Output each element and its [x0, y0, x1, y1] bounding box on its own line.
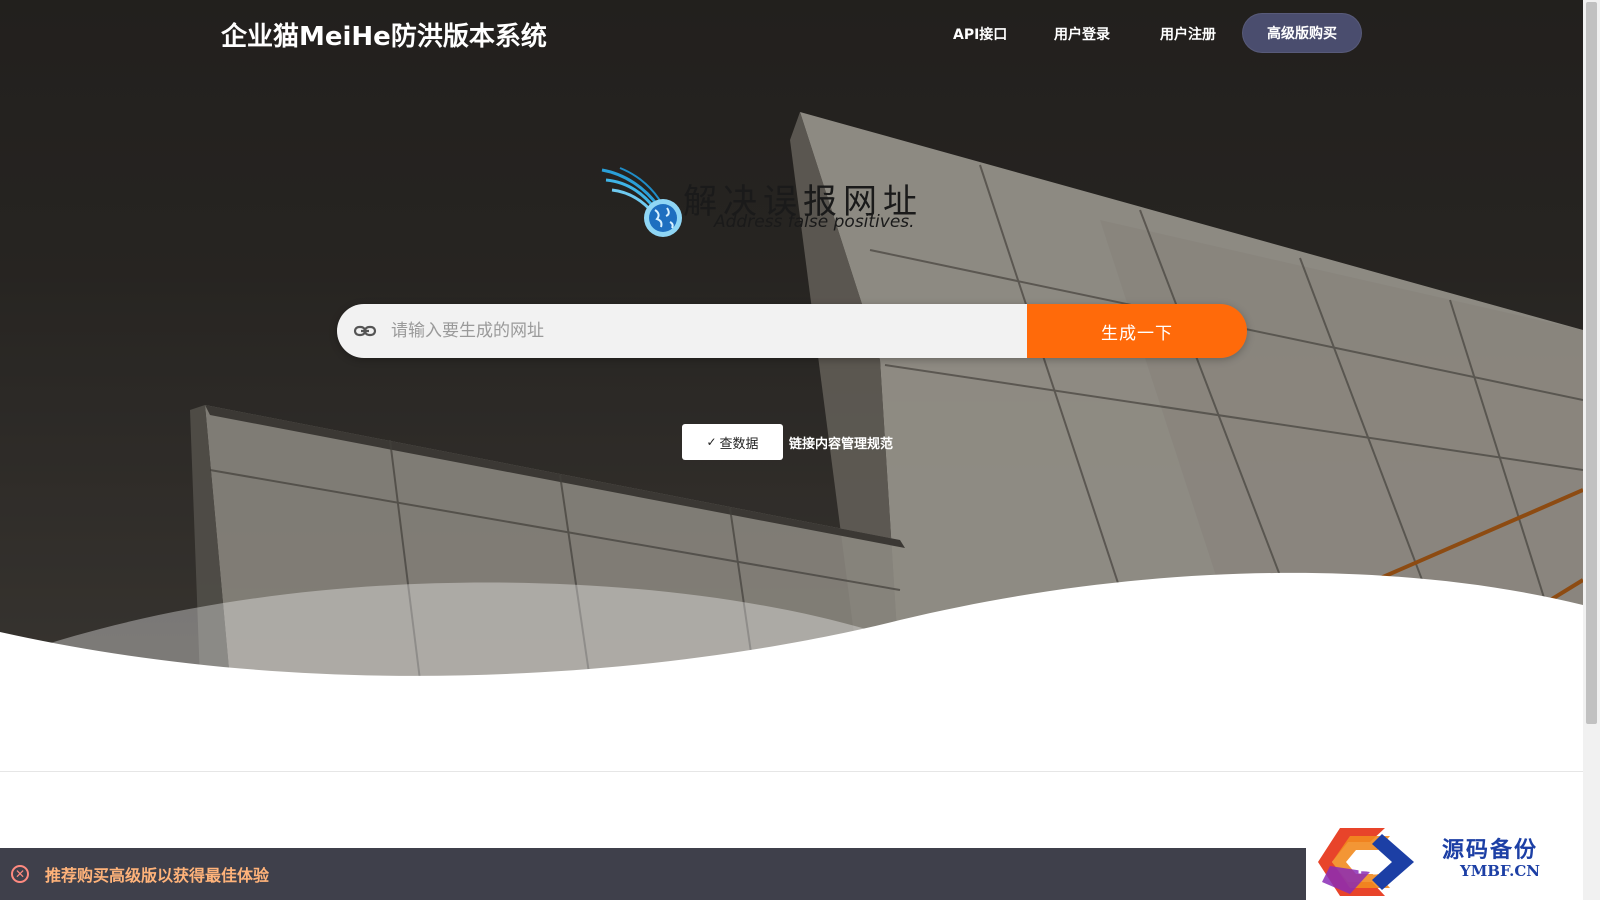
site-brand[interactable]: 企业猫MeiHe防洪版本系统 [221, 16, 547, 53]
nav-link-api[interactable]: API接口 [953, 24, 1007, 44]
section-divider [0, 771, 1583, 772]
logo-subtitle: Address false positives. [714, 212, 915, 232]
hero-wave-divider [0, 572, 1583, 680]
nav-link-register[interactable]: 用户注册 [1160, 24, 1216, 44]
url-input-wrapper [337, 304, 1027, 358]
hero-section: 企业猫MeiHe防洪版本系统 API接口 用户登录 用户注册 高级版购买 解决误… [0, 0, 1583, 680]
url-input[interactable] [391, 304, 1027, 358]
content-rules-link[interactable]: 链接内容管理规范 [789, 433, 893, 452]
close-circle-icon[interactable]: ✕ [11, 865, 29, 883]
url-generator-form: 生成一下 [337, 304, 1247, 358]
watermark-text-cn: 源码备份 [1442, 837, 1539, 863]
watermark-emblem-icon: 码 [1318, 828, 1414, 896]
scrollbar-thumb[interactable] [1586, 2, 1597, 724]
site-logo: 解决误报网址 Address false positives. [600, 166, 980, 242]
check-icon: ✓ [706, 435, 717, 449]
notice-text: 推荐购买高级版以获得最佳体验 [45, 866, 270, 885]
buy-premium-button[interactable]: 高级版购买 [1242, 13, 1362, 53]
page-scrollbar[interactable] [1583, 0, 1600, 900]
generate-button[interactable]: 生成一下 [1027, 304, 1247, 358]
query-data-label: 查数据 [719, 436, 759, 452]
watermark-logo: 码 源码备份 YMBF.CN [1306, 822, 1590, 900]
watermark-glyph: 码 [1356, 849, 1382, 879]
nav-link-login[interactable]: 用户登录 [1054, 24, 1110, 44]
globe-comet-icon [601, 167, 682, 237]
watermark-text-en: YMBF.CN [1460, 862, 1541, 880]
top-navbar: 企业猫MeiHe防洪版本系统 API接口 用户登录 用户注册 高级版购买 [0, 0, 1583, 66]
query-data-button[interactable]: ✓ 查数据 [682, 424, 783, 460]
link-icon [353, 325, 377, 337]
